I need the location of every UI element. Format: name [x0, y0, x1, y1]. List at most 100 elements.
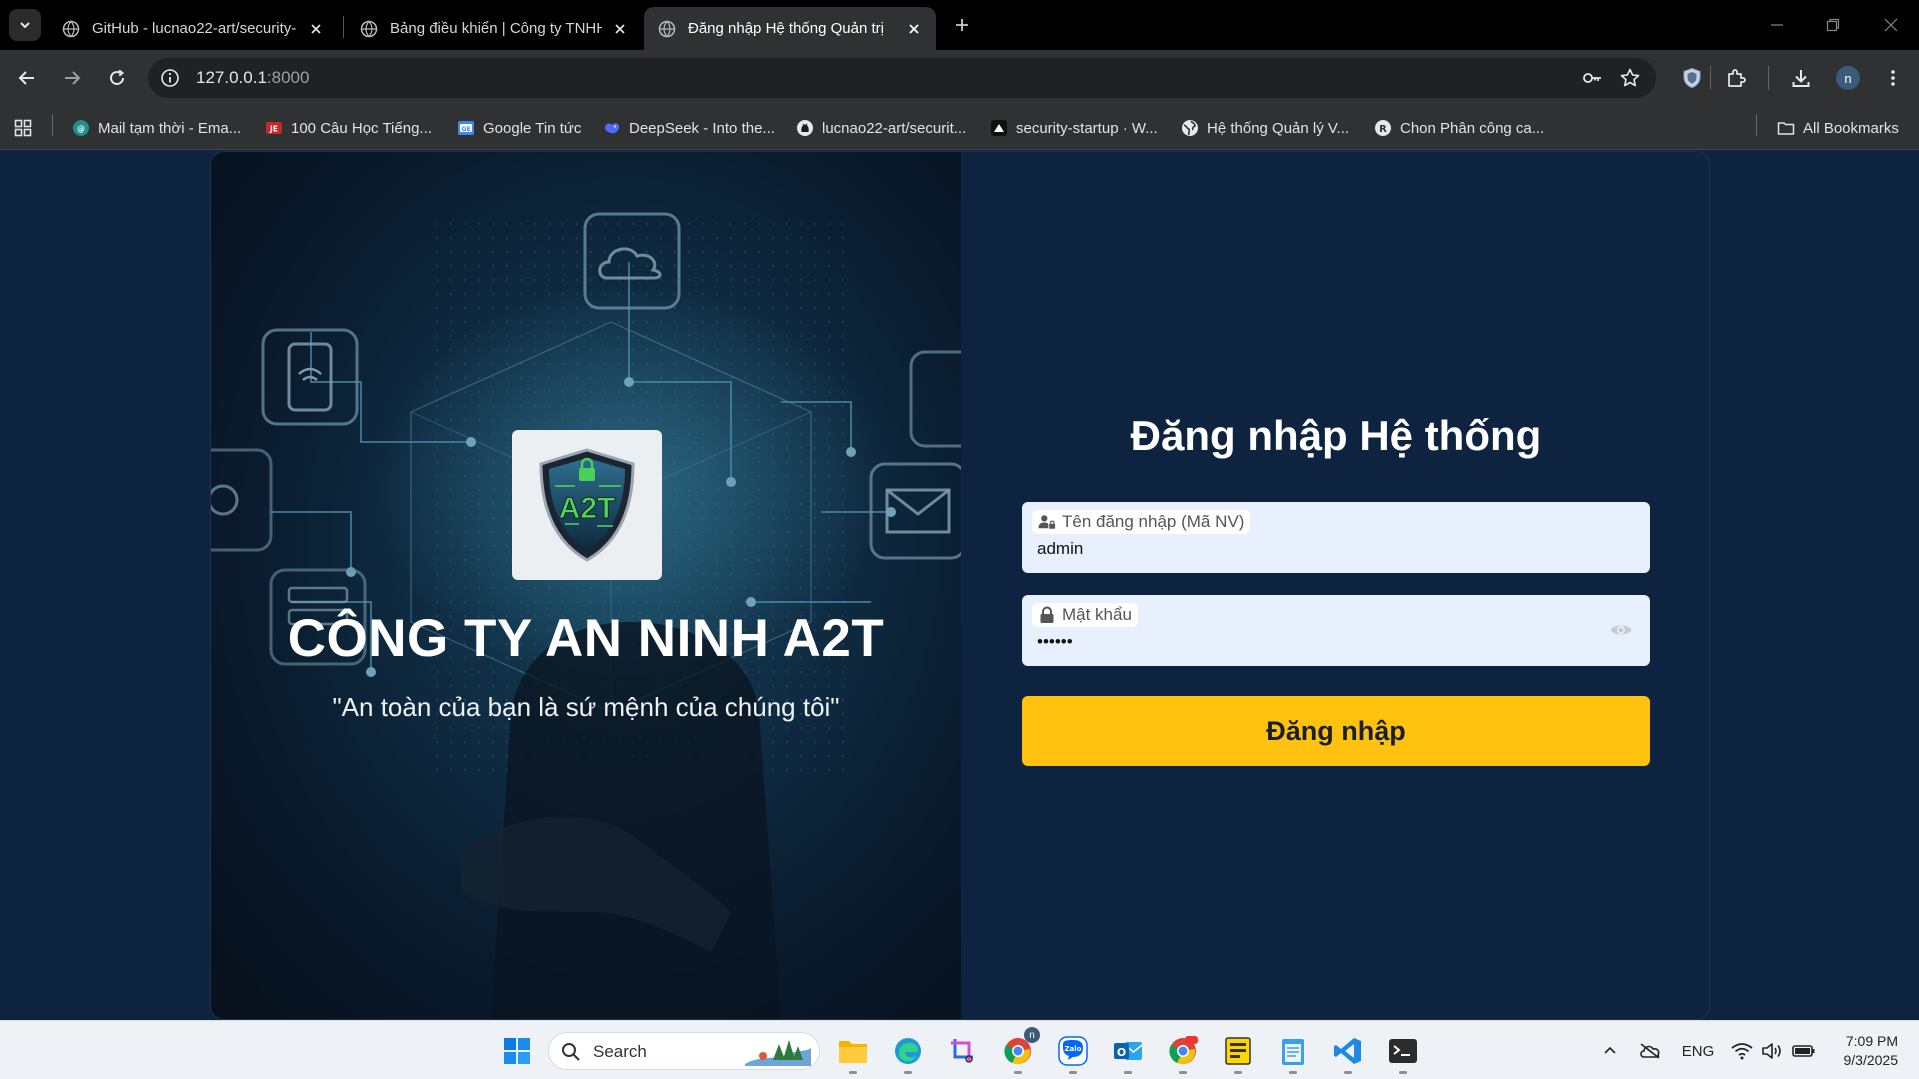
close-tab-icon[interactable]: [306, 19, 326, 39]
battery-status[interactable]: [1790, 1039, 1818, 1063]
globe-icon: [658, 20, 676, 37]
restore-button[interactable]: [1820, 12, 1846, 38]
taskbar-terminal[interactable]: [1385, 1033, 1421, 1074]
clock-date: 9/3/2025: [1843, 1052, 1899, 1068]
running-indicator: [1069, 1071, 1077, 1074]
download-icon: [1792, 70, 1810, 87]
bookmark-he-thong-quan-ly[interactable]: Hệ thống Quản lý V...: [1181, 116, 1349, 140]
globe-icon: [360, 20, 378, 37]
back-button[interactable]: [10, 61, 44, 95]
bookmark-star-icon[interactable]: [1618, 66, 1642, 90]
chevron-up-icon: [1604, 1046, 1616, 1054]
browser-menu-button[interactable]: [1876, 61, 1910, 95]
clock-time: 7:09 PM: [1845, 1033, 1898, 1049]
tab-login[interactable]: Đăng nhập Hệ thống Quản trị: [644, 7, 936, 50]
login-card: A2T CÔNG TY AN NINH A2T "An toàn của bạn…: [210, 151, 1710, 1020]
bookmark-github-repo[interactable]: lucnao22-art/securit...: [796, 116, 966, 140]
chevron-down-icon: [20, 22, 30, 29]
taskbar-zalo[interactable]: Zalo: [1055, 1033, 1091, 1074]
extension-shield-button[interactable]: [1675, 61, 1709, 95]
taskbar-outlook[interactable]: O: [1110, 1033, 1146, 1074]
notepad-icon: [1282, 1039, 1304, 1065]
new-tab-button[interactable]: [949, 12, 975, 38]
taskbar-file-explorer[interactable]: [835, 1033, 871, 1074]
taskbar-notepad[interactable]: [1275, 1033, 1311, 1074]
close-tab-icon[interactable]: [610, 19, 630, 39]
all-bookmarks-label: All Bookmarks: [1803, 119, 1899, 137]
folder-icon: [1777, 119, 1795, 137]
username-value[interactable]: admin: [1037, 539, 1083, 559]
site-info-icon[interactable]: [158, 66, 182, 90]
taskbar-edge[interactable]: [890, 1033, 926, 1074]
tab-title: Đăng nhập Hệ thống Quản trị: [688, 20, 884, 37]
taskbar-chrome-alt[interactable]: [1165, 1033, 1201, 1074]
url-port: :8000: [266, 68, 310, 87]
profile-avatar[interactable]: n: [1836, 66, 1860, 90]
password-value[interactable]: ••••••: [1037, 632, 1073, 652]
vercel-icon: [990, 119, 1008, 137]
battery-charging-icon: [1792, 1045, 1815, 1057]
username-field[interactable]: Tên đăng nhập (Mã NV) admin: [1022, 502, 1650, 573]
minimize-button[interactable]: [1764, 12, 1790, 38]
tab-dashboard[interactable]: Bảng điều khiển | Công ty TNHH: [346, 7, 642, 50]
lock-icon: [1038, 606, 1056, 624]
language-indicator[interactable]: ENG: [1680, 1039, 1716, 1063]
tab-search-button[interactable]: [9, 9, 41, 41]
all-bookmarks-button[interactable]: All Bookmarks: [1777, 116, 1899, 140]
password-key-icon[interactable]: [1580, 66, 1604, 90]
close-icon: [1884, 18, 1898, 32]
extensions-button[interactable]: [1719, 61, 1753, 95]
search-highlight-icon: [745, 1040, 811, 1066]
wifi-status[interactable]: [1730, 1039, 1754, 1063]
eye-icon[interactable]: [1608, 617, 1634, 643]
reload-button[interactable]: [100, 61, 134, 95]
start-button[interactable]: [499, 1033, 535, 1069]
forward-button[interactable]: [55, 61, 89, 95]
login-button[interactable]: Đăng nhập: [1022, 696, 1650, 766]
show-hidden-icons-button[interactable]: [1598, 1039, 1622, 1063]
url-text[interactable]: 127.0.0.1:8000: [196, 68, 309, 88]
minimize-icon: [1771, 24, 1783, 26]
dictionary-icon: JE: [265, 119, 283, 137]
apps-grid-button[interactable]: [14, 116, 32, 140]
bookmark-temp-mail[interactable]: @ Mail tạm thời - Ema...: [72, 116, 241, 140]
bookmark-deepseek[interactable]: DeepSeek - Into the...: [603, 116, 775, 140]
windows-taskbar: Search n Zalo O ENG 7:09 PM 9/3/2025: [0, 1020, 1919, 1079]
taskbar-chrome-profile[interactable]: n: [1000, 1027, 1040, 1074]
downloads-button[interactable]: [1784, 61, 1818, 95]
address-bar[interactable]: 127.0.0.1:8000: [148, 58, 1656, 98]
bookmark-label: DeepSeek - Into the...: [629, 119, 775, 137]
bookmark-google-news[interactable]: GE Google Tin tức: [457, 116, 581, 140]
wifi-icon: [1731, 1043, 1753, 1060]
close-window-button[interactable]: [1878, 12, 1904, 38]
taskbar-search[interactable]: Search: [548, 1032, 820, 1070]
render-icon: R: [1374, 119, 1392, 137]
arrow-right-icon: [65, 71, 81, 85]
username-label: Tên đăng nhập (Mã NV): [1032, 510, 1251, 534]
onedrive-status[interactable]: [1636, 1039, 1664, 1063]
cloud-offline-icon: [1640, 1043, 1660, 1059]
bookmark-100-cau[interactable]: JE 100 Câu Học Tiếng...: [265, 116, 432, 140]
windows-logo-icon: [504, 1038, 530, 1064]
tab-title: Bảng điều khiển | Công ty TNHH: [390, 20, 602, 37]
taskbar-sticky-app[interactable]: [1220, 1033, 1256, 1074]
close-tab-icon[interactable]: [904, 19, 924, 39]
running-indicator: [1014, 1071, 1022, 1074]
bookmark-security-startup[interactable]: security-startup · W...: [990, 116, 1158, 140]
taskbar-vscode[interactable]: [1330, 1033, 1366, 1074]
svg-text:@: @: [77, 125, 85, 134]
logo-text: A2T: [559, 492, 616, 525]
taskbar-snipping-tool[interactable]: [945, 1033, 981, 1069]
bookmark-label: lucnao22-art/securit...: [822, 119, 967, 137]
bookmark-phan-cong-ca[interactable]: R Chon Phân công ca...: [1374, 116, 1544, 140]
system-clock[interactable]: 7:09 PM 9/3/2025: [1828, 1032, 1899, 1070]
browser-toolbar: 127.0.0.1:8000: [0, 50, 1919, 106]
password-field[interactable]: Mật khẩu ••••••: [1022, 595, 1650, 666]
cyber-network-illustration: [211, 152, 961, 1019]
svg-text:R: R: [1379, 124, 1387, 135]
volume-control[interactable]: [1760, 1039, 1784, 1063]
bookmarks-divider: [1756, 114, 1757, 136]
arrow-left-icon: [18, 71, 34, 85]
password-label-text: Mật khẩu: [1062, 605, 1132, 624]
tab-github[interactable]: GitHub - lucnao22-art/security-: [48, 7, 338, 50]
